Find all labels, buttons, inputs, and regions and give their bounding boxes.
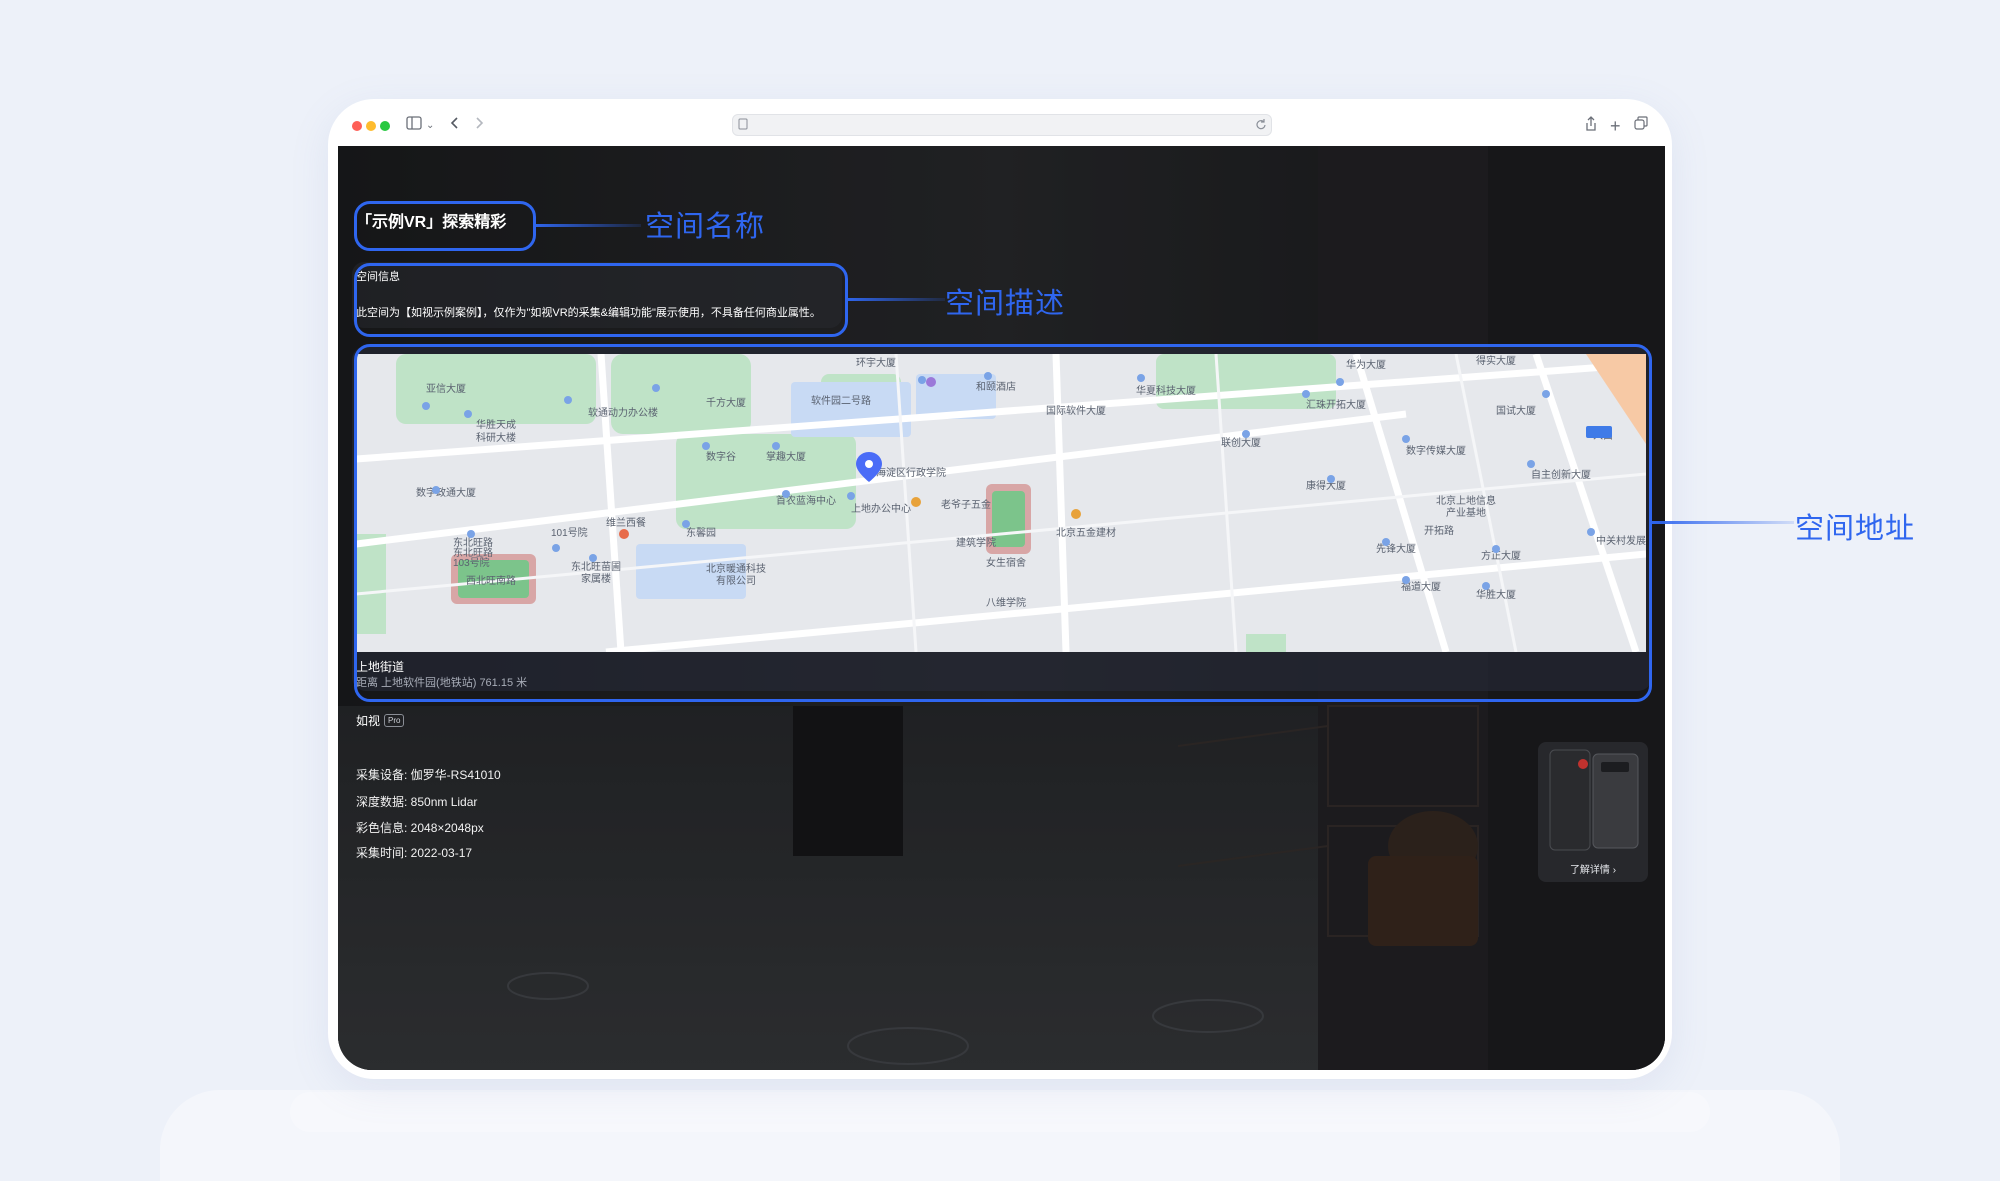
reload-icon[interactable] bbox=[1255, 117, 1267, 136]
annotation-space-address: 空间地址 bbox=[1795, 513, 1916, 545]
chevron-down-icon[interactable]: ⌄ bbox=[426, 116, 434, 136]
pro-badge: Pro bbox=[384, 714, 405, 727]
browser-toolbar: ⌄ + bbox=[338, 108, 1664, 146]
name-highlight bbox=[354, 201, 536, 251]
chevron-left-icon[interactable] bbox=[450, 116, 460, 136]
page-icon bbox=[737, 117, 749, 136]
plus-icon[interactable]: + bbox=[1610, 116, 1621, 136]
spec-device: 采集设备: 伽罗华-RS41010 bbox=[356, 768, 501, 782]
sidebar-icon[interactable] bbox=[406, 116, 422, 136]
chevron-right-icon[interactable] bbox=[474, 116, 484, 136]
address-bar[interactable] bbox=[732, 114, 1272, 136]
scanner-device-image bbox=[1549, 749, 1639, 851]
minimize-window-button[interactable] bbox=[366, 121, 376, 131]
spec-depth: 深度数据: 850nm Lidar bbox=[356, 795, 478, 809]
tabs-icon[interactable] bbox=[1634, 116, 1648, 136]
brand-name: 如视 bbox=[356, 714, 381, 728]
device-stage-shadow bbox=[290, 1092, 1710, 1132]
annotation-space-description: 空间描述 bbox=[945, 288, 1066, 320]
annotation-space-name: 空间名称 bbox=[645, 211, 766, 243]
name-connector bbox=[533, 224, 641, 227]
description-highlight bbox=[354, 263, 848, 337]
spec-date: 采集时间: 2022-03-17 bbox=[356, 846, 473, 860]
address-connector bbox=[1649, 521, 1794, 524]
zoom-window-button[interactable] bbox=[380, 121, 390, 131]
spec-color: 彩色信息: 2048×2048px bbox=[356, 821, 484, 835]
close-window-button[interactable] bbox=[352, 121, 362, 131]
learn-more-link[interactable]: 了解详情 › bbox=[1538, 861, 1648, 876]
address-highlight bbox=[354, 344, 1652, 702]
device-card[interactable]: 了解详情 › bbox=[1538, 742, 1648, 882]
description-connector bbox=[845, 298, 945, 301]
share-icon[interactable] bbox=[1584, 116, 1598, 138]
